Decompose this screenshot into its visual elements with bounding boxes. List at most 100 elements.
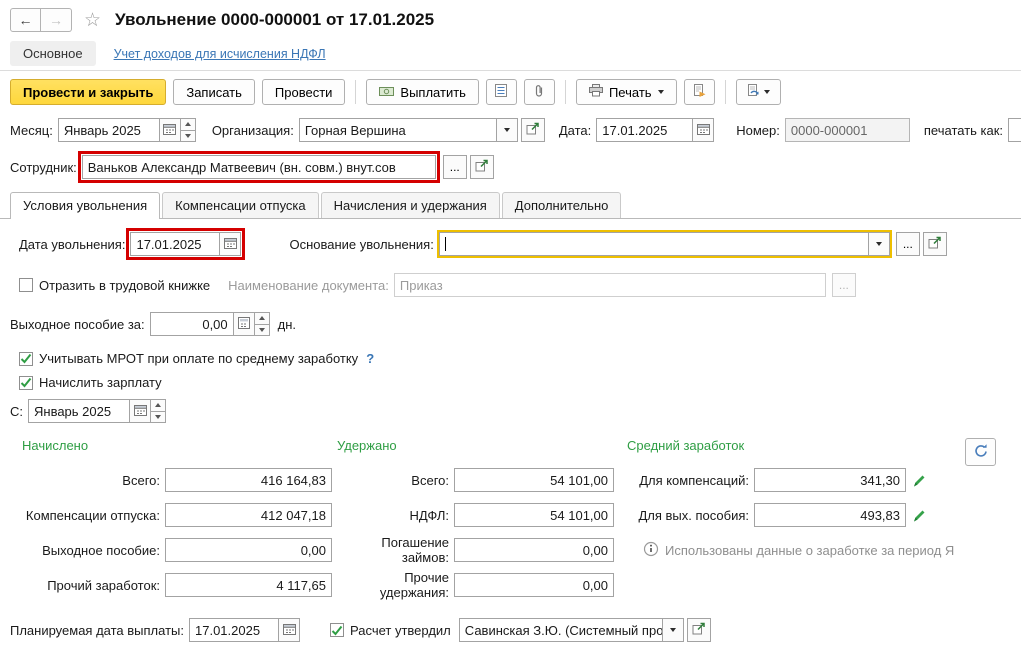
approved-by-combo[interactable]: Савинская З.Ю. (Системный прог (458, 618, 684, 642)
employee-value[interactable]: Ваньков Александр Матвеевич (вн. совм.) … (83, 156, 435, 178)
organization-dropdown-button[interactable] (495, 119, 517, 141)
organization-open-button[interactable] (520, 118, 545, 142)
mrot-help-link[interactable]: ? (366, 351, 374, 366)
calculator-icon (237, 316, 250, 332)
post-and-close-button[interactable]: Провести и закрыть (10, 79, 167, 105)
ellipsis-icon: ... (449, 160, 460, 174)
dismissal-reason-open-button[interactable] (922, 232, 947, 256)
post-button[interactable]: Провести (261, 79, 346, 105)
create-based-button[interactable] (683, 79, 715, 105)
recalculate-button[interactable] (965, 438, 996, 466)
average-compensation-field[interactable]: 341,30 (754, 468, 906, 492)
accrued-severance-field[interactable]: 0,00 (165, 538, 332, 562)
employee-row: Сотрудник: Ваньков Александр Матвеевич (… (0, 151, 1021, 183)
back-button[interactable]: ← (10, 8, 41, 32)
average-severance-row: Для вых. пособия: 493,83 (627, 503, 954, 527)
tab-dismissal-conditions[interactable]: Условия увольнения (10, 192, 161, 219)
dismissal-date-calendar-button[interactable] (219, 233, 241, 255)
spin-down-button[interactable] (151, 410, 165, 422)
print-button[interactable]: Печать (575, 79, 677, 105)
employee-open-button[interactable] (469, 155, 494, 179)
dismissal-reason-choose-button[interactable]: ... (895, 232, 920, 256)
spin-down-button[interactable] (180, 129, 195, 141)
nav-tab-main[interactable]: Основное (10, 41, 96, 66)
from-month-value[interactable]: Январь 2025 (29, 400, 129, 422)
chevron-down-icon (657, 90, 664, 94)
accrued-compensation-row: Компенсации отпуска: 412 047,18 (10, 503, 332, 527)
pay-button[interactable]: Выплатить (366, 79, 479, 105)
accrued-total-field[interactable]: 416 164,83 (165, 468, 332, 492)
severance-value[interactable]: 0,00 (151, 313, 233, 335)
from-month-field[interactable]: Январь 2025 (28, 399, 166, 423)
date-value[interactable]: 17.01.2025 (597, 119, 692, 141)
approved-checkbox[interactable] (330, 623, 344, 637)
forward-arrow-icon: → (49, 12, 63, 28)
edo-button[interactable] (735, 79, 781, 105)
spin-up-button[interactable] (254, 313, 269, 324)
attachments-button[interactable] (523, 79, 555, 105)
chevron-down-icon (875, 242, 882, 246)
refresh-icon (973, 443, 989, 461)
month-value[interactable]: Январь 2025 (59, 119, 159, 141)
from-month-calendar-button[interactable] (129, 400, 150, 422)
planned-payment-date-field[interactable]: 17.01.2025 (189, 618, 300, 642)
tab-accruals-deductions[interactable]: Начисления и удержания (320, 192, 500, 218)
edo-icon (747, 84, 760, 100)
withheld-other-row: Прочие удержания: 0,00 (337, 570, 614, 600)
nav-link-ndfl[interactable]: Учет доходов для исчисления НДФЛ (114, 47, 326, 61)
planned-date-calendar-button[interactable] (278, 619, 299, 641)
withheld-total-field[interactable]: 54 101,00 (454, 468, 614, 492)
edit-pencil-icon[interactable] (912, 473, 927, 488)
print-as-field[interactable] (1008, 118, 1021, 142)
tab-additional[interactable]: Дополнительно (501, 192, 622, 218)
workbook-checkbox[interactable] (19, 278, 33, 292)
withheld-ndfl-field[interactable]: 54 101,00 (454, 503, 614, 527)
approved-by-value[interactable]: Савинская З.Ю. (Системный прог (460, 619, 662, 641)
print-as-value[interactable] (1009, 119, 1021, 141)
dismissal-date-row: Дата увольнения: 17.01.2025 Основание ув… (0, 228, 1021, 260)
dismissal-reason-dropdown-button[interactable] (867, 233, 889, 255)
organization-combo[interactable]: Горная Вершина (298, 118, 518, 142)
accrued-compensation-field[interactable]: 412 047,18 (165, 503, 332, 527)
withheld-loans-field[interactable]: 0,00 (454, 538, 614, 562)
edit-pencil-icon[interactable] (912, 508, 927, 523)
severance-calculator-button[interactable] (232, 313, 254, 335)
dismissal-date-field[interactable]: 17.01.2025 (126, 228, 246, 260)
toolbar-separator (355, 80, 357, 104)
employee-choose-button[interactable]: ... (442, 155, 467, 179)
open-icon (928, 236, 942, 252)
planned-payment-date-value[interactable]: 17.01.2025 (190, 619, 278, 641)
spin-up-button[interactable] (151, 400, 165, 411)
write-button[interactable]: Записать (173, 79, 255, 105)
check-icon (20, 353, 32, 364)
severance-field[interactable]: 0,00 (149, 312, 270, 336)
toolbar: Провести и закрыть Записать Провести Вып… (0, 71, 1021, 113)
average-severance-field[interactable]: 493,83 (754, 503, 906, 527)
spin-up-button[interactable] (180, 119, 195, 130)
favorite-star-icon[interactable]: ☆ (84, 11, 101, 30)
report-button[interactable] (485, 79, 517, 105)
dismissal-reason-combo[interactable] (436, 230, 892, 258)
organization-value[interactable]: Горная Вершина (300, 119, 496, 141)
mrot-checkbox[interactable] (19, 351, 33, 366)
print-label: Печать (608, 84, 652, 100)
tab-label: Дополнительно (514, 198, 609, 213)
approved-by-dropdown-button[interactable] (661, 619, 683, 641)
chevron-down-icon (763, 90, 770, 94)
tab-vacation-compensation[interactable]: Компенсации отпуска (162, 192, 319, 218)
date-field[interactable]: 17.01.2025 (596, 118, 715, 142)
row-label: НДФЛ: (409, 507, 449, 523)
forward-button[interactable]: → (41, 8, 72, 32)
withheld-other-field[interactable]: 0,00 (454, 573, 614, 597)
toolbar-separator (724, 80, 726, 104)
accrue-salary-checkbox[interactable] (19, 375, 33, 390)
dismissal-date-value[interactable]: 17.01.2025 (131, 233, 219, 255)
date-calendar-button[interactable] (692, 119, 714, 141)
accrued-other-field[interactable]: 4 117,65 (165, 573, 332, 597)
spin-down-button[interactable] (254, 323, 269, 335)
approved-by-open-button[interactable] (686, 618, 711, 642)
month-calendar-button[interactable] (158, 119, 180, 141)
employee-field[interactable]: Ваньков Александр Матвеевич (вн. совм.) … (77, 151, 440, 183)
month-field[interactable]: Январь 2025 (57, 118, 196, 142)
dismissal-reason-value[interactable] (440, 233, 868, 255)
